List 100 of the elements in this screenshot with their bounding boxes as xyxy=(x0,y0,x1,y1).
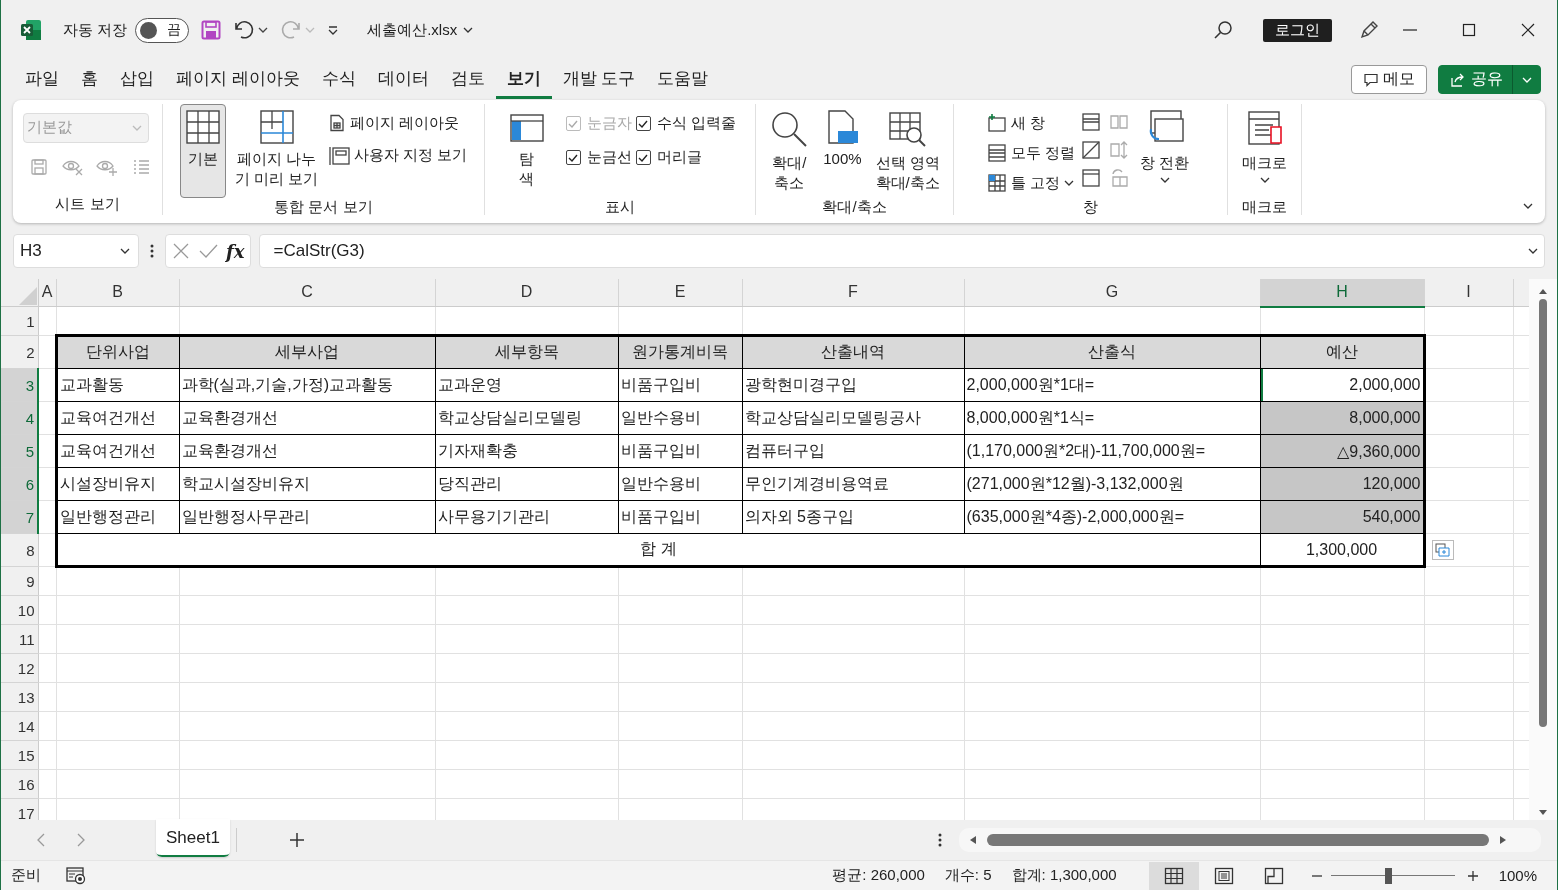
row-header[interactable]: 5 xyxy=(1,434,38,468)
expand-formula-bar-button[interactable] xyxy=(1528,248,1538,255)
speech-bubble-icon xyxy=(1363,71,1379,88)
column-header[interactable]: B xyxy=(56,278,179,307)
table-cell-text: 당직관리 xyxy=(437,473,502,494)
table-cell-text: 교육여건개선 xyxy=(59,440,156,461)
page-grid-icon xyxy=(327,113,346,132)
table-cell-text: 2,000,000원*1대= xyxy=(966,374,1095,395)
column-header[interactable]: E xyxy=(618,278,742,307)
row-header[interactable]: 8 xyxy=(1,533,38,567)
chevron-left-icon xyxy=(36,832,46,849)
table-cell: △9,360,000 xyxy=(1337,441,1421,461)
ribbon-button[interactable]: 창 전환 xyxy=(1135,103,1195,198)
checkbox[interactable] xyxy=(635,150,651,166)
ribbon-tab[interactable]: 데이터 xyxy=(366,62,440,99)
add-sheet-button[interactable] xyxy=(288,832,305,849)
caret-icon xyxy=(1522,76,1532,83)
caret-with-line-icon xyxy=(327,25,340,35)
slider-thumb[interactable] xyxy=(1384,867,1392,884)
ribbon-button[interactable]: 페이지 나누 기 미리 보기 xyxy=(230,103,324,198)
ribbon-button[interactable]: 확대/ 축소 xyxy=(764,103,815,198)
column-header[interactable]: G xyxy=(964,278,1260,307)
table-cell-text: 교육여건개선 xyxy=(59,407,156,428)
column-header[interactable]: F xyxy=(742,278,964,307)
horizontal-scrollbar[interactable] xyxy=(959,828,1541,853)
row-header[interactable]: 11 xyxy=(1,624,38,654)
scroll-thumb[interactable] xyxy=(1539,298,1547,727)
pen-button[interactable] xyxy=(1358,19,1380,41)
spreadsheet-app-icon xyxy=(20,19,42,41)
undo-button[interactable] xyxy=(233,20,269,40)
ribbon-tab[interactable]: 수식 xyxy=(310,62,367,99)
row-header[interactable]: 4 xyxy=(1,401,38,435)
ribbon-tab[interactable]: 검토 xyxy=(439,62,496,99)
column-header[interactable]: H xyxy=(1260,278,1424,307)
ribbon-button[interactable]: 모두 정렬 xyxy=(986,139,1075,166)
ribbon-button[interactable]: 페이지 레이아웃 xyxy=(327,109,467,136)
row-header[interactable]: 12 xyxy=(1,653,38,683)
column-title: 원가통계비목 xyxy=(632,342,728,363)
ribbon-button[interactable]: 선택 영역 확대/축소 xyxy=(870,103,945,198)
sheet-tab[interactable]: Sheet1 xyxy=(156,819,230,858)
checkbox[interactable] xyxy=(635,116,651,132)
formula-field[interactable]: =CalStr(G3) xyxy=(259,234,1545,269)
row-header[interactable]: 3 xyxy=(1,368,38,402)
normal-view-button[interactable] xyxy=(1148,861,1199,890)
ribbon-tab[interactable]: 도움말 xyxy=(646,62,720,99)
sign-in-button[interactable]: 로그인 xyxy=(1263,18,1332,42)
column-title: 산출내역 xyxy=(821,342,885,363)
row-header[interactable]: 14 xyxy=(1,711,38,741)
column-header[interactable]: D xyxy=(435,278,618,307)
row-header[interactable]: 13 xyxy=(1,682,38,712)
scroll-thumb[interactable] xyxy=(987,834,1489,847)
table-cell-text: (1,170,000원*2대)-11,700,000원= xyxy=(966,440,1206,461)
column-header[interactable]: C xyxy=(179,278,435,307)
ribbon-button[interactable]: 틀 고정 xyxy=(986,169,1075,196)
list-icon xyxy=(131,157,150,176)
ribbon-tab[interactable]: 홈 xyxy=(70,62,109,99)
ribbon-tab[interactable]: 개발 도구 xyxy=(551,62,647,99)
row-header[interactable]: 10 xyxy=(1,595,38,625)
ribbon-tab[interactable]: 파일 xyxy=(14,62,70,99)
vertical-scrollbar[interactable] xyxy=(1529,278,1557,821)
row-header[interactable]: 6 xyxy=(1,467,38,501)
status-statistic: 합계: 1,300,000 xyxy=(1011,866,1117,886)
row-header[interactable]: 1 xyxy=(1,306,38,336)
ribbon-button[interactable]: 탐 색 xyxy=(503,103,550,198)
comments-button[interactable]: 메모 xyxy=(1351,65,1427,95)
ribbon-tab[interactable]: 페이지 레이아웃 xyxy=(165,62,311,99)
row-header[interactable]: 7 xyxy=(1,500,38,534)
table-cell-text: 교과운영 xyxy=(437,374,502,395)
autosave-toggle[interactable]: 끔 xyxy=(135,17,190,43)
row-header[interactable]: 16 xyxy=(1,769,38,799)
row-header[interactable]: 2 xyxy=(1,335,38,369)
caret-icon xyxy=(131,124,142,131)
name-box[interactable]: H3 xyxy=(13,234,139,269)
ribbon-tab[interactable]: 삽입 xyxy=(109,62,165,99)
insert-function-button[interactable]: fx xyxy=(226,240,245,262)
customize-toolbar-button[interactable] xyxy=(327,25,340,35)
caret-icon xyxy=(1523,202,1533,209)
column-header[interactable]: A xyxy=(38,278,56,307)
cross-icon xyxy=(172,242,190,261)
share-button[interactable]: 공유 xyxy=(1438,65,1541,95)
search-button[interactable] xyxy=(1213,20,1233,40)
filename-button[interactable]: 세출예산.xlsx xyxy=(367,20,474,40)
ribbon-button[interactable]: 새 창 xyxy=(986,109,1075,136)
collapse-ribbon-button[interactable] xyxy=(1523,202,1533,209)
row-header[interactable]: 17 xyxy=(1,798,38,821)
table-cell-text: 무인기계경비용역료 xyxy=(744,473,889,494)
cancel-button[interactable] xyxy=(172,242,190,261)
ribbon-button[interactable]: 사용자 지정 보기 xyxy=(327,141,467,168)
checkbox-label: 눈금선 xyxy=(586,148,632,168)
ribbon-button[interactable]: 100% xyxy=(818,103,867,198)
save-button[interactable] xyxy=(201,20,222,40)
column-header[interactable]: I xyxy=(1424,278,1513,307)
ribbon-button[interactable]: 매크로 xyxy=(1237,103,1292,198)
ribbon-button[interactable]: 기본 xyxy=(180,103,227,198)
caret-icon xyxy=(463,27,474,33)
row-header[interactable]: 15 xyxy=(1,740,38,770)
checkbox[interactable] xyxy=(565,150,581,166)
zoom-in-button[interactable] xyxy=(1466,869,1479,882)
table-cell-text: 비품구입비 xyxy=(620,506,701,527)
row-header[interactable]: 9 xyxy=(1,566,38,596)
